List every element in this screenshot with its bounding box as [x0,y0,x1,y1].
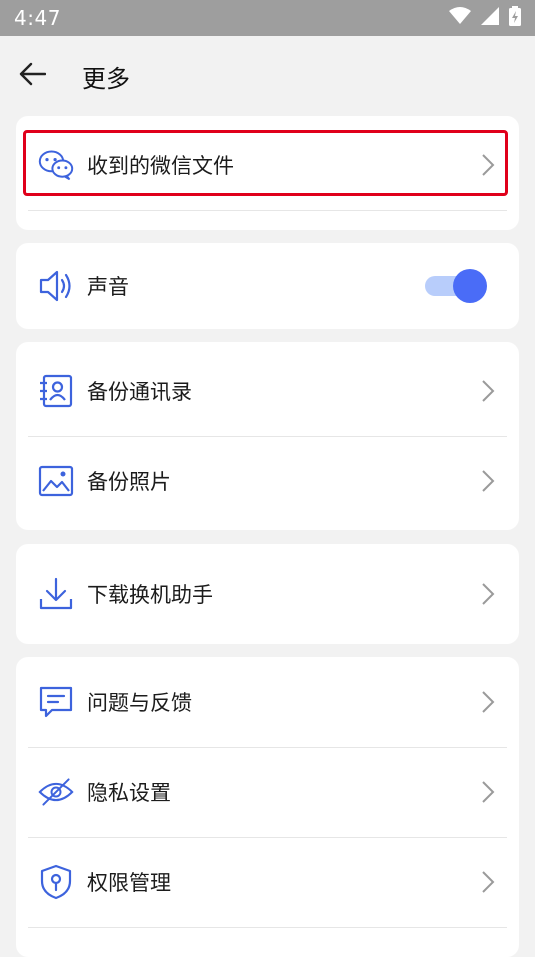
permissions-label: 权限管理 [87,871,171,895]
backup-photos-label: 备份照片 [87,470,171,494]
eye-off-icon [38,774,74,810]
status-bar: 4:47 [0,0,535,36]
header: 更多 [0,36,535,116]
signal-icon [481,7,499,29]
download-card: 下载换机助手 [16,544,519,644]
backup-card: 备份通讯录 备份照片 [16,342,519,530]
permissions-row[interactable]: 权限管理 [16,837,519,927]
sound-label: 声音 [87,275,129,299]
wechat-files-row[interactable]: 收到的微信文件 [16,120,519,210]
download-helper-label: 下载换机助手 [87,583,213,607]
chevron-right-icon [481,689,495,715]
speaker-icon [38,268,74,304]
divider [28,927,507,928]
chevron-right-icon [481,152,495,178]
privacy-label: 隐私设置 [87,781,171,805]
arrow-left-icon [18,62,47,90]
shield-icon [38,864,74,900]
chevron-right-icon [481,779,495,805]
sound-row: 声音 [16,243,519,329]
chevron-right-icon [481,869,495,895]
wechat-card: 收到的微信文件 [16,116,519,230]
status-time: 4:47 [14,6,61,30]
privacy-row[interactable]: 隐私设置 [16,747,519,837]
photo-icon [38,463,74,499]
chevron-right-icon [481,581,495,607]
backup-contacts-row[interactable]: 备份通讯录 [16,346,519,436]
back-button[interactable] [0,36,64,116]
chevron-right-icon [481,378,495,404]
feedback-icon [38,684,74,720]
wechat-files-label: 收到的微信文件 [87,154,234,178]
toggle-knob [453,269,487,303]
divider [28,210,507,211]
page-title: 更多 [82,64,130,93]
feedback-row[interactable]: 问题与反馈 [16,657,519,747]
wifi-icon [449,7,471,29]
wechat-icon [38,147,74,183]
download-helper-row[interactable]: 下载换机助手 [16,549,519,639]
sound-toggle[interactable] [425,269,487,303]
status-icons [449,6,521,30]
backup-contacts-label: 备份通讯录 [87,380,192,404]
backup-photos-row[interactable]: 备份照片 [16,436,519,526]
misc-card: 问题与反馈 隐私设置 权限管理 [16,657,519,957]
feedback-label: 问题与反馈 [87,691,192,715]
battery-icon [509,6,521,30]
sound-card: 声音 [16,243,519,329]
download-icon [38,576,74,612]
chevron-right-icon [481,468,495,494]
contacts-icon [38,373,74,409]
